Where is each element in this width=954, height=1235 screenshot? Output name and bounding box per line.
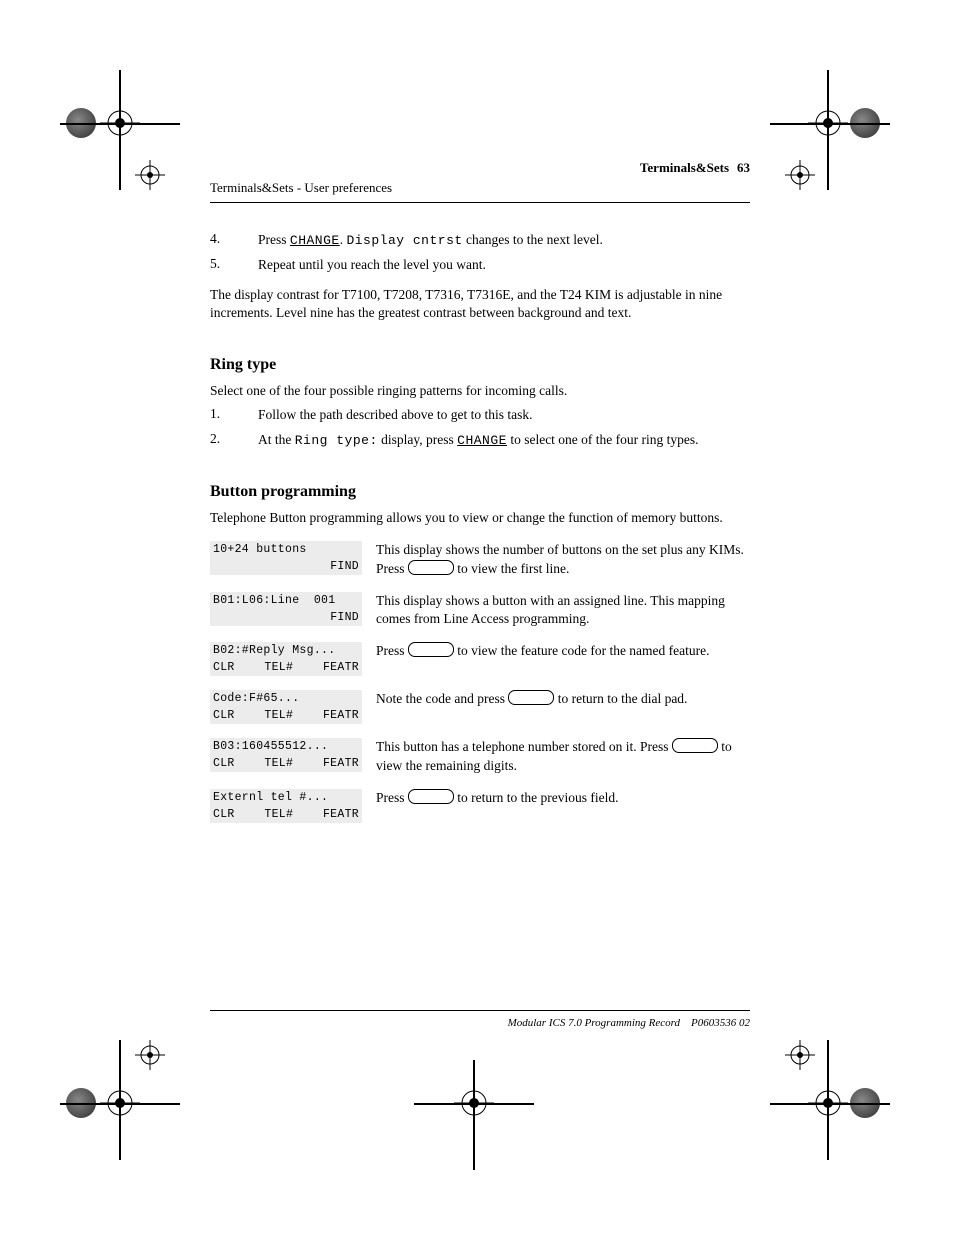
step-body: Repeat until you reach the level you wan…	[258, 256, 750, 274]
page-number: 63	[737, 160, 750, 176]
paragraph: Telephone Button programming allows you …	[210, 509, 750, 527]
register-mark-icon	[785, 160, 815, 190]
softkey-change: CHANGE	[457, 433, 507, 448]
lcd-screen: 10+24 buttons FIND	[210, 541, 362, 575]
lcd-screen: B01:L06:Line 001 FIND	[210, 592, 362, 626]
step-number: 2.	[210, 431, 258, 450]
crop-bar-icon	[827, 1040, 829, 1160]
crop-bar-icon	[414, 1103, 534, 1105]
crop-bar-icon	[60, 1103, 180, 1105]
softkey-tel: TEL#	[264, 659, 293, 676]
header-rule	[210, 202, 750, 203]
breadcrumb: Terminals&Sets - User preferences	[210, 180, 750, 196]
screen-description: This button has a telephone number store…	[376, 738, 750, 774]
page-title: Terminals&Sets	[640, 160, 729, 176]
step-number: 1.	[210, 406, 258, 424]
crop-bar-icon	[473, 1060, 475, 1170]
nav-key-icon	[408, 789, 454, 804]
step-body: At the Ring type: display, press CHANGE …	[258, 431, 750, 450]
lcd-screen: Externl tel #... CLRTEL#FEATR	[210, 789, 362, 823]
step-number: 5.	[210, 256, 258, 274]
register-mark-icon	[785, 1040, 815, 1070]
screen-description: This display shows a button with an assi…	[376, 592, 750, 628]
nav-key-icon	[408, 560, 454, 575]
softkey-tel: TEL#	[264, 806, 293, 823]
softkey-featr: FEATR	[323, 806, 359, 823]
crop-bar-icon	[770, 1103, 890, 1105]
screen-description: Press to return to the previous field.	[376, 789, 750, 807]
softkey-clr: CLR	[213, 755, 235, 772]
section-title-btnprog: Button programming	[210, 483, 750, 501]
paragraph: Select one of the four possible ringing …	[210, 382, 750, 400]
footer-rule	[210, 1010, 750, 1011]
lcd-label: Ring type:	[295, 433, 378, 448]
softkey-tel: TEL#	[264, 755, 293, 772]
footer-text: Modular ICS 7.0 Programming Record P0603…	[210, 1017, 750, 1029]
nav-key-icon	[672, 738, 718, 753]
nav-key-icon	[408, 642, 454, 657]
screen-description: This display shows the number of buttons…	[376, 541, 750, 577]
softkey-featr: FEATR	[323, 755, 359, 772]
crop-bar-icon	[119, 70, 121, 190]
nav-key-icon	[508, 690, 554, 705]
lcd-screen: B03:160455512... CLRTEL#FEATR	[210, 738, 362, 772]
softkey-featr: FEATR	[323, 707, 359, 724]
crop-bar-icon	[60, 123, 180, 125]
lcd-screen: B02:#Reply Msg... CLRTEL#FEATR	[210, 642, 362, 676]
step-body: Press CHANGE. Display cntrst changes to …	[258, 231, 750, 250]
register-mark-icon	[135, 1040, 165, 1070]
softkey-featr: FEATR	[323, 659, 359, 676]
softkey-clr: CLR	[213, 659, 235, 676]
softkey-clr: CLR	[213, 806, 235, 823]
crop-bar-icon	[119, 1040, 121, 1160]
lcd-label: Display cntrst	[346, 233, 462, 248]
softkey-find: FIND	[330, 558, 359, 575]
screen-description: Press to view the feature code for the n…	[376, 642, 750, 660]
softkey-find: FIND	[330, 609, 359, 626]
crop-bar-icon	[827, 70, 829, 190]
crop-bar-icon	[770, 123, 890, 125]
screen-description: Note the code and press to return to the…	[376, 690, 750, 708]
softkey-tel: TEL#	[264, 707, 293, 724]
lcd-screen: Code:F#65... CLRTEL#FEATR	[210, 690, 362, 724]
section-title-ring: Ring type	[210, 356, 750, 374]
register-mark-icon	[135, 160, 165, 190]
softkey-change: CHANGE	[290, 233, 340, 248]
step-body: Follow the path described above to get t…	[258, 406, 750, 424]
paragraph: The display contrast for T7100, T7208, T…	[210, 286, 750, 322]
step-number: 4.	[210, 231, 258, 250]
softkey-clr: CLR	[213, 707, 235, 724]
